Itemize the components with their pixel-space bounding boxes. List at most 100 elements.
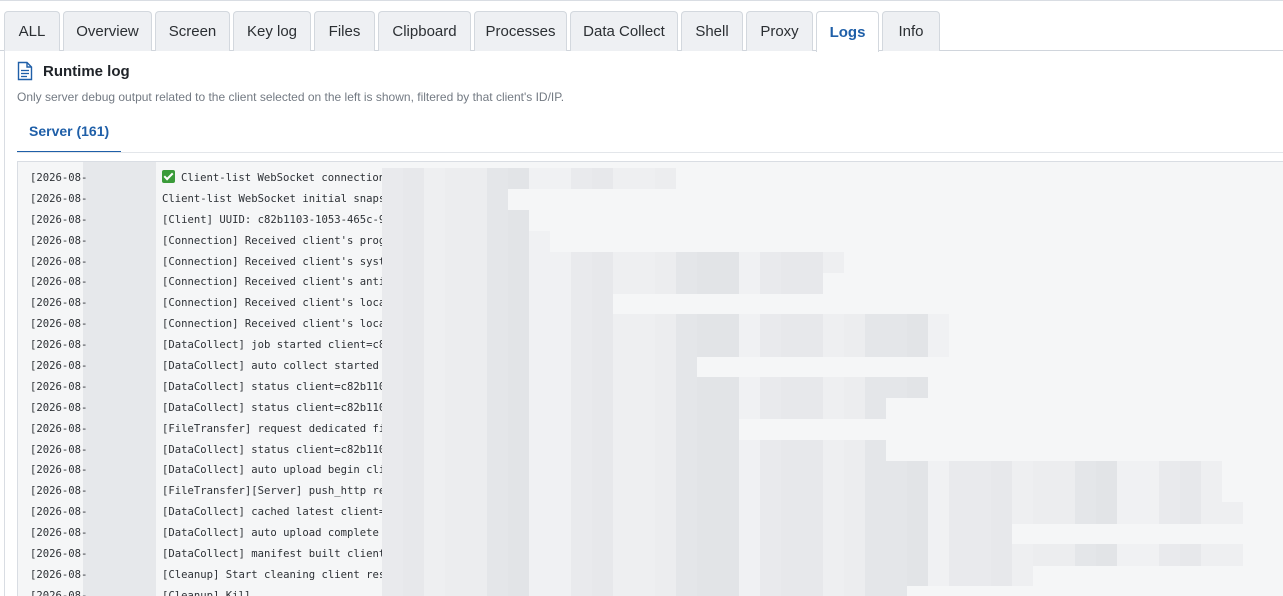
log-line: [2026-08- [Connection] Received client's … <box>18 314 1283 335</box>
log-timestamp: [2026-08- <box>30 401 88 414</box>
log-timestamp: [2026-08- <box>30 192 88 205</box>
log-message: [DataCollect] job started client=c8 <box>162 335 385 356</box>
tab-clipboard[interactable]: Clipboard <box>378 11 471 51</box>
log-line: [2026-08- [Connection] Received client's … <box>18 293 1283 314</box>
log-message-text: [DataCollect] cached latest client=c <box>162 506 392 519</box>
log-line: [2026-08- [DataCollect] manifest built cl… <box>18 544 1283 565</box>
log-line: [2026-08- [DataCollect] status client=c82… <box>18 440 1283 461</box>
log-timestamp: [2026-08- <box>30 464 88 477</box>
log-line: [2026-08- Client-list WebSocket connectio… <box>18 168 1283 189</box>
log-message: [Connection] Received client's local <box>162 314 392 335</box>
log-message-text: [Connection] Received client's antiv <box>162 276 392 289</box>
log-timestamp: [2026-08- <box>30 380 88 393</box>
log-message-text: [DataCollect] status client=c82b1103 <box>162 443 392 456</box>
log-message: [FileTransfer] request dedicated fil <box>162 419 392 440</box>
log-line: [2026-08- [Connection] Received client's … <box>18 272 1283 293</box>
tab-bar: ALL Overview Screen Key log Files Clipbo… <box>0 0 1283 52</box>
log-timestamp: [2026-08- <box>30 506 88 519</box>
log-timestamp: [2026-08- <box>30 527 88 540</box>
log-line: [2026-08- [DataCollect] job started clien… <box>18 335 1283 356</box>
tab-proxy[interactable]: Proxy <box>746 11 813 51</box>
document-icon <box>17 61 33 81</box>
page-title: Runtime log <box>43 62 130 80</box>
log-message-text: [DataCollect] auto upload begin clie <box>162 464 392 477</box>
log-message-text: [FileTransfer][Server] push_http rem <box>162 485 392 498</box>
log-message-text: [Client] UUID: c82b1103-1053-465c-90 <box>162 213 392 226</box>
log-line: [2026-08- [DataCollect] auto upload compl… <box>18 523 1283 544</box>
tab-overview[interactable]: Overview <box>63 11 152 51</box>
log-message-text: [DataCollect] auto upload complete ( <box>162 527 392 540</box>
log-timestamp: [2026-08- <box>30 255 88 268</box>
log-line: [2026-08- [DataCollect] auto collect star… <box>18 356 1283 377</box>
log-message: [Connection] Received client's syste <box>162 252 392 273</box>
log-timestamp: [2026-08- <box>30 172 88 184</box>
log-line: [2026-08- [Connection] Received client's … <box>18 252 1283 273</box>
tab-logs[interactable]: Logs <box>816 11 879 52</box>
tab-server[interactable]: Server (161) <box>17 123 122 153</box>
log-message: [DataCollect] cached latest client=c <box>162 502 392 523</box>
log-message: [FileTransfer][Server] push_http rem <box>162 481 392 502</box>
log-message-text: [Connection] Received client's progr <box>162 234 392 247</box>
log-description: Only server debug output related to the … <box>17 90 565 104</box>
log-header: Runtime log <box>17 61 130 81</box>
tab-key-log[interactable]: Key log <box>233 11 311 51</box>
log-line: [2026-08- [Client] UUID: c82b1103-1053-46… <box>18 210 1283 231</box>
log-timestamp: [2026-08- <box>30 360 88 373</box>
log-message-text: Client-list WebSocket connection <box>181 172 386 184</box>
log-timestamp: [2026-08- <box>30 548 88 561</box>
log-line: [2026-08- [DataCollect] auto upload begin… <box>18 460 1283 481</box>
log-output[interactable]: [2026-08- Client-list WebSocket connectio… <box>17 161 1283 596</box>
tab-all[interactable]: ALL <box>4 11 60 51</box>
log-timestamp: [2026-08- <box>30 234 88 247</box>
log-message-text: [DataCollect] manifest built client= <box>162 548 392 561</box>
log-message-text: [DataCollect] auto collect started c <box>162 360 392 373</box>
log-list: [2026-08- Client-list WebSocket connectio… <box>18 168 1283 596</box>
log-timestamp: [2026-08- <box>30 568 88 581</box>
tab-shell[interactable]: Shell <box>681 11 743 51</box>
log-line: [2026-08- [Connection] Received client's … <box>18 231 1283 252</box>
log-timestamp: [2026-08- <box>30 443 88 456</box>
log-message: Client-list WebSocket connection <box>162 168 385 189</box>
log-message-text: [Connection] Received client's local <box>162 297 392 310</box>
log-line: [2026-08- [FileTransfer][Server] push_htt… <box>18 481 1283 502</box>
tab-processes[interactable]: Processes <box>474 11 567 51</box>
log-line: [2026-08- [Cleanup] Kill ... <box>18 586 1283 596</box>
log-message-text: [Cleanup] Start cleaning client reso <box>162 568 392 581</box>
divider <box>17 152 1283 153</box>
log-line: [2026-08- [Cleanup] Start cleaning client… <box>18 565 1283 586</box>
log-line: [2026-08- [FileTransfer] request dedicate… <box>18 419 1283 440</box>
log-message: [DataCollect] auto upload complete ( <box>162 523 392 544</box>
log-message: [DataCollect] auto collect started c <box>162 356 392 377</box>
log-timestamp: [2026-08- <box>30 276 88 289</box>
log-message-text: [Connection] Received client's local <box>162 318 392 331</box>
log-message: [DataCollect] manifest built client= <box>162 544 392 565</box>
tab-info[interactable]: Info <box>882 11 940 51</box>
log-message: [Connection] Received client's progr <box>162 231 392 252</box>
log-timestamp: [2026-08- <box>30 213 88 226</box>
log-message-text: [DataCollect] status client=c82b1103 <box>162 401 392 414</box>
log-message-text: [FileTransfer] request dedicated fil <box>162 422 392 435</box>
log-message: [Client] UUID: c82b1103-1053-465c-90 <box>162 210 392 231</box>
tab-data-collect[interactable]: Data Collect <box>570 11 678 51</box>
log-message: [Cleanup] Kill ... <box>162 586 277 596</box>
log-line: [2026-08- [DataCollect] status client=c82… <box>18 398 1283 419</box>
log-message: [Connection] Received client's local <box>162 293 392 314</box>
log-message-text: [Connection] Received client's syste <box>162 255 392 268</box>
log-line: [2026-08- [DataCollect] status client=c82… <box>18 377 1283 398</box>
log-timestamp: [2026-08- <box>30 422 88 435</box>
log-message: [Connection] Received client's antiv <box>162 272 392 293</box>
log-timestamp: [2026-08- <box>30 318 88 331</box>
log-message: Client-list WebSocket initial snapsh <box>162 189 392 210</box>
log-timestamp: [2026-08- <box>30 339 88 352</box>
panel-border <box>4 50 5 596</box>
check-icon <box>162 170 175 183</box>
log-message-text: [Cleanup] Kill ... <box>162 589 277 596</box>
log-message: [DataCollect] status client=c82b1103 <box>162 440 392 461</box>
log-timestamp: [2026-08- <box>30 485 88 498</box>
log-message-text: Client-list WebSocket initial snapsh <box>162 192 392 205</box>
log-message: [DataCollect] status client=c82b1103 <box>162 398 392 419</box>
tab-files[interactable]: Files <box>314 11 375 51</box>
tab-screen[interactable]: Screen <box>155 11 230 51</box>
log-line: [2026-08- Client-list WebSocket initial s… <box>18 189 1283 210</box>
log-message-text: [DataCollect] status client=c82b1103 <box>162 380 392 393</box>
